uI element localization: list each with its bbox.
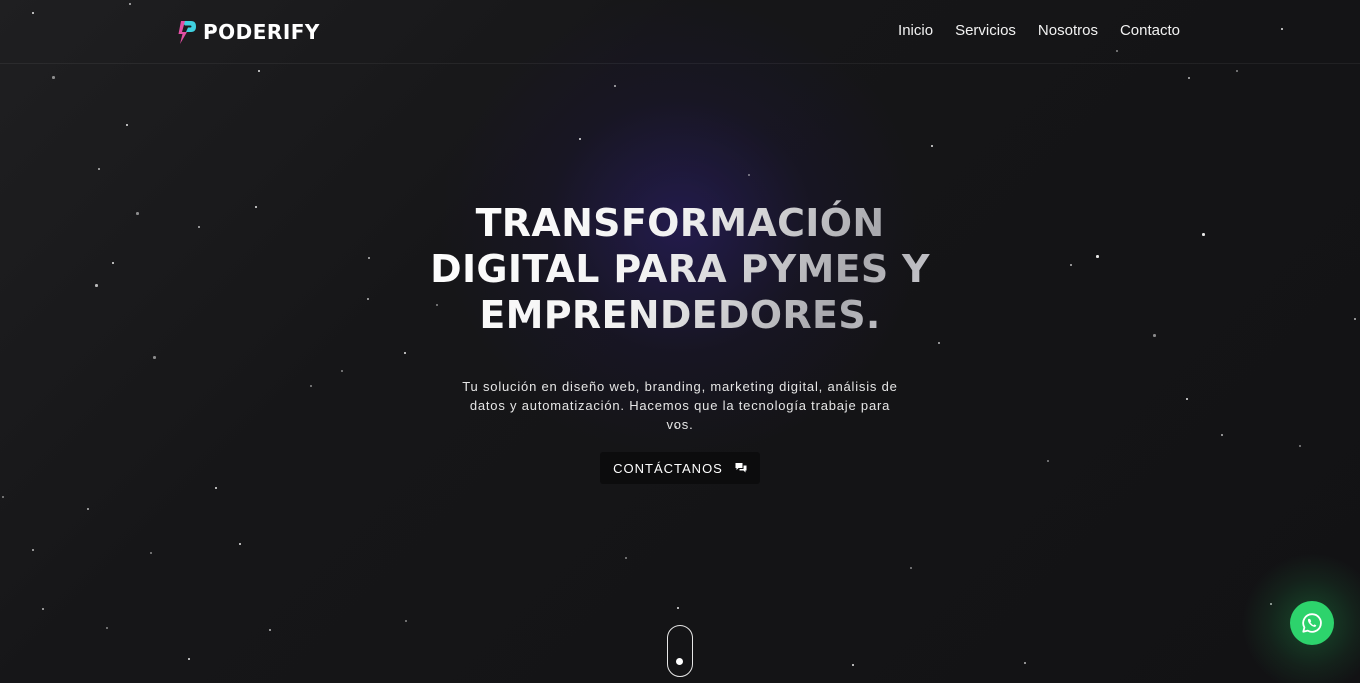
- star-dot: [910, 567, 912, 569]
- nav-item-inicio[interactable]: Inicio: [898, 22, 933, 39]
- star-dot: [310, 385, 312, 387]
- star-dot: [341, 370, 343, 372]
- star-dot: [1236, 70, 1238, 72]
- star-dot: [931, 145, 933, 147]
- star-dot: [1270, 603, 1272, 605]
- star-dot: [1354, 318, 1356, 320]
- star-dot: [2, 496, 4, 498]
- mouse-scroll-icon[interactable]: [667, 625, 693, 677]
- starfield-background: [0, 0, 1360, 683]
- chat-bubbles-icon: [735, 463, 747, 473]
- star-dot: [153, 356, 156, 359]
- star-dot: [95, 284, 98, 287]
- star-dot: [188, 658, 190, 660]
- star-dot: [1221, 434, 1223, 436]
- star-dot: [404, 352, 406, 354]
- star-dot: [215, 487, 217, 489]
- contact-cta-button[interactable]: CONTÁCTANOS: [600, 452, 760, 484]
- star-dot: [367, 298, 369, 300]
- star-dot: [106, 627, 108, 629]
- star-dot: [1202, 233, 1205, 236]
- bolt-p-logo-icon: [178, 21, 196, 44]
- star-dot: [136, 212, 139, 215]
- star-dot: [198, 226, 200, 228]
- hero-subtitle: Tu solución en diseño web, branding, mar…: [462, 379, 898, 432]
- star-dot: [625, 557, 627, 559]
- star-dot: [112, 262, 114, 264]
- star-dot: [1153, 334, 1156, 337]
- contact-cta-label: CONTÁCTANOS: [613, 460, 723, 476]
- star-dot: [32, 549, 34, 551]
- star-dot: [258, 70, 260, 72]
- logo-link[interactable]: PODERIFY: [177, 18, 320, 46]
- star-dot: [405, 620, 407, 622]
- star-dot: [255, 206, 257, 208]
- star-dot: [126, 124, 128, 126]
- nav-item-servicios[interactable]: Servicios: [955, 22, 1016, 39]
- star-dot: [52, 76, 55, 79]
- hero-title: TRANSFORMACIÓN DIGITAL PARA PYMES Y EMPR…: [430, 201, 930, 337]
- star-dot: [87, 508, 89, 510]
- star-dot: [98, 168, 100, 170]
- star-dot: [1188, 77, 1190, 79]
- star-dot: [748, 174, 750, 176]
- star-dot: [1096, 255, 1099, 258]
- brand-name: PODERIFY: [203, 20, 320, 44]
- star-dot: [1047, 460, 1049, 462]
- star-dot: [239, 543, 241, 545]
- scroll-wheel-dot: [676, 658, 683, 665]
- nav-item-contacto[interactable]: Contacto: [1120, 22, 1180, 39]
- star-dot: [150, 552, 152, 554]
- whatsapp-button[interactable]: [1290, 601, 1334, 645]
- star-dot: [42, 608, 44, 610]
- star-dot: [1070, 264, 1072, 266]
- site-header: PODERIFY Inicio Servicios Nosotros Conta…: [0, 0, 1360, 64]
- star-dot: [1186, 398, 1188, 400]
- star-dot: [938, 342, 940, 344]
- whatsapp-icon: [1302, 613, 1322, 633]
- main-nav: Inicio Servicios Nosotros Contacto: [898, 22, 1180, 39]
- star-dot: [1024, 662, 1026, 664]
- star-dot: [269, 629, 271, 631]
- star-dot: [852, 664, 854, 666]
- star-dot: [368, 257, 370, 259]
- star-dot: [614, 85, 616, 87]
- star-dot: [677, 607, 679, 609]
- landing-page: PODERIFY Inicio Servicios Nosotros Conta…: [0, 0, 1360, 683]
- star-dot: [1299, 445, 1301, 447]
- star-dot: [579, 138, 581, 140]
- nav-item-nosotros[interactable]: Nosotros: [1038, 22, 1098, 39]
